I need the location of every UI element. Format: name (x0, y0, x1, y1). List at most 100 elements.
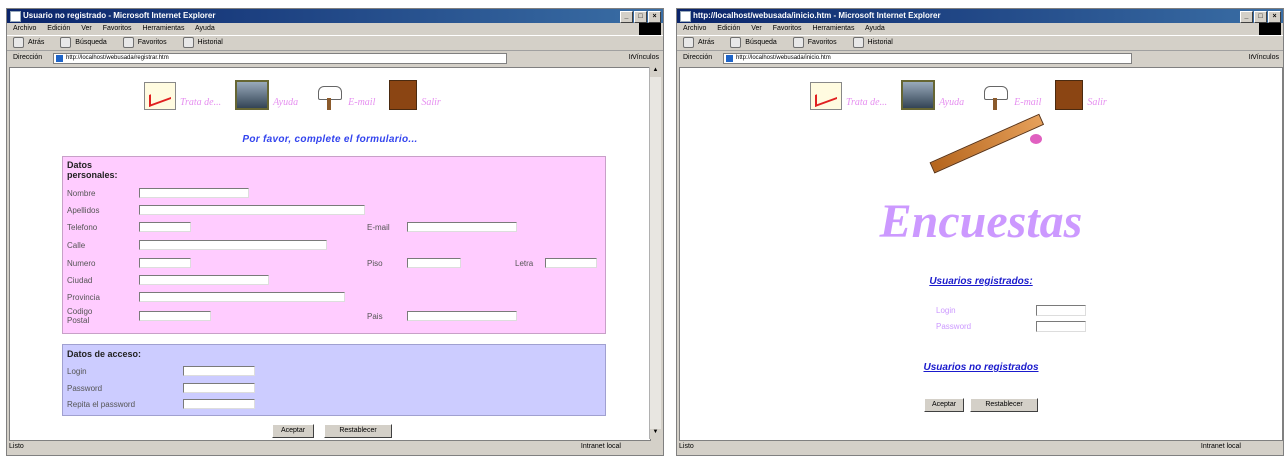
ie-icon (680, 11, 691, 22)
history-label: Historial (867, 39, 893, 46)
menu-favoritos[interactable]: Favoritos (773, 25, 802, 32)
history-button[interactable]: Historial (852, 36, 900, 48)
menu-favoritos[interactable]: Favoritos (103, 25, 132, 32)
nav-email-label: E-mail (348, 97, 376, 108)
access-data-panel: Datos de acceso: Login Password Repita e… (62, 344, 606, 416)
back-label: Atrás (28, 39, 45, 46)
search-label: Búsqueda (745, 39, 777, 46)
status-bar: Listo Intranet local (679, 441, 1281, 453)
favorites-button[interactable]: Favoritos (792, 36, 844, 48)
menu-ver[interactable]: Ver (751, 25, 762, 32)
address-bar: Dirección http://localhost/webusada/regi… (7, 51, 663, 65)
window-titlebar: http://localhost/webusada/inicio.htm - M… (677, 9, 1283, 23)
accept-button[interactable]: Aceptar (924, 398, 964, 412)
favorites-label: Favoritos (807, 39, 837, 46)
menu-bar: Archivo Edición Ver Favoritos Herramient… (7, 23, 663, 36)
page-title: Encuestas (879, 195, 1083, 248)
help-icon (901, 80, 936, 110)
close-button[interactable]: × (648, 11, 661, 23)
repeat-password-input[interactable] (183, 399, 255, 409)
email-input[interactable] (407, 222, 517, 232)
menu-edicion[interactable]: Edición (47, 25, 70, 32)
window-title: Usuario no registrado - Microsoft Intern… (23, 11, 216, 20)
links-button[interactable]: Vínculos (632, 51, 659, 65)
letra-input[interactable] (545, 258, 597, 268)
menu-herramientas[interactable]: Herramientas (142, 25, 184, 32)
back-button[interactable]: Atrás (13, 36, 51, 48)
access-section-title: Datos de acceso: (67, 349, 142, 359)
back-button[interactable]: Atrás (683, 36, 721, 48)
piso-input[interactable] (407, 258, 461, 268)
provincia-input[interactable] (139, 292, 345, 302)
nav-ayuda[interactable]: Ayuda (901, 80, 964, 110)
calle-input[interactable] (139, 240, 327, 250)
nav-salir-label: Salir (1087, 97, 1107, 108)
menu-archivo[interactable]: Archivo (683, 25, 706, 32)
nav-salir[interactable]: Salir (389, 80, 441, 110)
vertical-scrollbar[interactable] (649, 67, 661, 439)
page-content: Trata de... Ayuda E-mail Salir Por favor… (9, 67, 651, 441)
login-label: Login (936, 306, 956, 315)
favorites-label: Favoritos (137, 39, 167, 46)
back-label: Atrás (698, 39, 715, 46)
pais-input[interactable] (407, 311, 517, 321)
exit-door-icon (389, 80, 418, 110)
piso-label: Piso (367, 259, 383, 268)
menu-herramientas[interactable]: Herramientas (812, 25, 854, 32)
address-input[interactable]: http://localhost/webusada/inicio.htm (723, 53, 1132, 64)
password-label: Password (67, 384, 103, 393)
address-bar: Dirección http://localhost/webusada/inic… (677, 51, 1283, 65)
unregistered-users-link[interactable]: Usuarios no registrados (680, 362, 1282, 373)
search-button[interactable]: Búsqueda (730, 36, 784, 48)
exit-door-icon (1055, 80, 1084, 110)
telefono-input[interactable] (139, 222, 191, 232)
menu-ver[interactable]: Ver (81, 25, 92, 32)
menu-archivo[interactable]: Archivo (13, 25, 36, 32)
login-input[interactable] (1036, 305, 1086, 316)
nav-email[interactable]: E-mail (312, 84, 375, 110)
provincia-label: Provincia (67, 293, 100, 302)
search-button[interactable]: Búsqueda (60, 36, 114, 48)
page-content: Trata de... Ayuda E-mail Salir Encuestas… (679, 67, 1283, 441)
maximize-button[interactable]: □ (634, 11, 647, 23)
links-button[interactable]: Vínculos (1252, 51, 1279, 65)
password-input[interactable] (183, 383, 255, 393)
site-nav: Trata de... Ayuda E-mail Salir (810, 80, 1121, 110)
search-icon (60, 36, 72, 48)
maximize-button[interactable]: □ (1254, 11, 1267, 23)
help-icon (235, 80, 270, 110)
nav-ayuda[interactable]: Ayuda (235, 80, 298, 110)
close-button[interactable]: × (1268, 11, 1281, 23)
apellidos-input[interactable] (139, 205, 365, 215)
nav-trata[interactable]: Trata de... (144, 82, 221, 110)
window-title: http://localhost/webusada/inicio.htm - M… (693, 11, 941, 20)
menu-ayuda[interactable]: Ayuda (865, 25, 885, 32)
history-icon (182, 36, 194, 48)
password-input[interactable] (1036, 321, 1086, 332)
accept-button[interactable]: Aceptar (272, 424, 314, 438)
history-button[interactable]: Historial (182, 36, 230, 48)
nav-salir-label: Salir (421, 97, 441, 108)
codigo-postal-input[interactable] (139, 311, 211, 321)
reset-button[interactable]: Restablecer (970, 398, 1038, 412)
nav-salir[interactable]: Salir (1055, 80, 1107, 110)
reset-button[interactable]: Restablecer (324, 424, 392, 438)
nombre-input[interactable] (139, 188, 249, 198)
menu-ayuda[interactable]: Ayuda (195, 25, 215, 32)
mailbox-icon (978, 84, 1010, 110)
login-input[interactable] (183, 366, 255, 376)
ciudad-input[interactable] (139, 275, 269, 285)
numero-input[interactable] (139, 258, 191, 268)
chart-icon (810, 82, 842, 110)
nav-email[interactable]: E-mail (978, 84, 1041, 110)
minimize-button[interactable]: _ (1240, 11, 1253, 23)
nav-trata[interactable]: Trata de... (810, 82, 887, 110)
address-label: Dirección (13, 54, 43, 61)
quill-pen-icon (920, 128, 1050, 198)
address-input[interactable]: http://localhost/webusada/registrar.htm (53, 53, 507, 64)
menu-edicion[interactable]: Edición (717, 25, 740, 32)
minimize-button[interactable]: _ (620, 11, 633, 23)
favorites-button[interactable]: Favoritos (122, 36, 174, 48)
password-label: Password (936, 322, 972, 331)
pais-label: Pais (367, 312, 383, 321)
